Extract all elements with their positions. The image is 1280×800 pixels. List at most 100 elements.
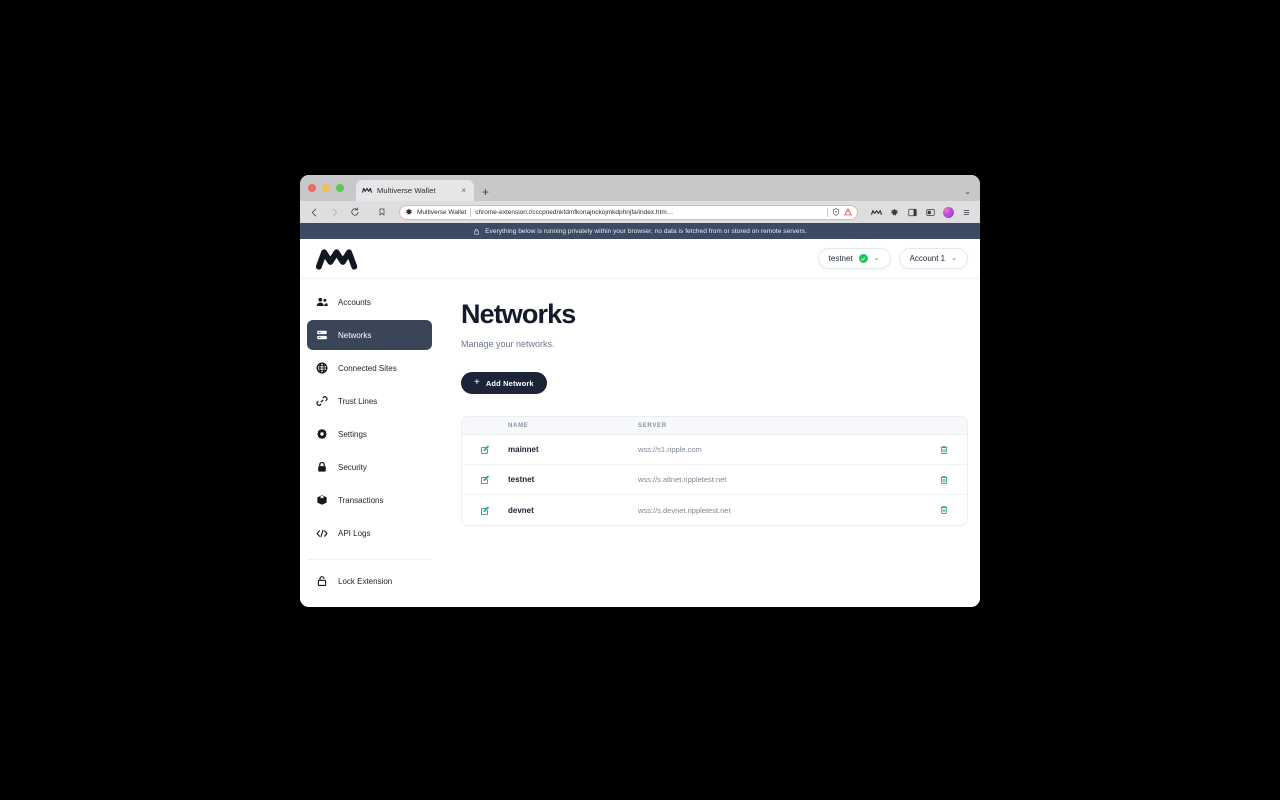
edit-network-button[interactable] (462, 505, 508, 516)
chevron-down-icon: ⌄ (873, 255, 880, 262)
close-icon[interactable]: × (459, 186, 468, 195)
split-view-icon[interactable] (925, 207, 936, 218)
sidebar-item-label: Security (338, 462, 367, 472)
sidebar-item-api-logs[interactable]: API Logs (307, 518, 432, 548)
table-header-name: NAME (508, 422, 529, 429)
network-name: devnet (508, 505, 534, 515)
delete-network-button[interactable] (921, 444, 967, 455)
browser-window: Multiverse Wallet × + ⌄ Multiverse Walle… (300, 175, 980, 607)
new-tab-button[interactable]: + (482, 186, 489, 198)
shield-icon[interactable] (832, 203, 840, 221)
warning-triangle-icon[interactable] (844, 203, 852, 221)
chrome-menu-icon[interactable] (961, 207, 972, 218)
url-text: chrome-extension://cccpnednkfdmfkonajnck… (475, 208, 674, 216)
table-row: devnet wss://s.devnet.rippletest.net (462, 495, 967, 525)
omnibox-divider-2 (827, 207, 828, 217)
network-selector[interactable]: testnet ⌄ (817, 248, 891, 269)
add-network-button[interactable]: + Add Network (461, 372, 547, 394)
network-server: wss://s1.ripple.com (638, 445, 702, 454)
trash-icon (939, 444, 950, 455)
sidebar-item-connected-sites[interactable]: Connected Sites (307, 353, 432, 383)
users-icon (316, 296, 328, 308)
account-selector[interactable]: Account 1 ⌄ (898, 248, 968, 269)
close-window-button[interactable] (308, 184, 316, 192)
edit-network-button[interactable] (462, 444, 508, 455)
network-server: wss://s.devnet.rippletest.net (638, 505, 731, 515)
edit-pencil-icon (480, 474, 491, 485)
privacy-banner-text: Everything below is running privately wi… (485, 227, 807, 235)
sidebar-item-label: API Logs (338, 528, 371, 538)
sidebar-item-label: Trust Lines (338, 396, 378, 406)
delete-network-button[interactable] (921, 505, 967, 516)
table-header-server: SERVER (638, 422, 667, 429)
main-content: Networks Manage your networks. + Add Net… (439, 279, 980, 607)
privacy-banner: Everything below is running privately wi… (300, 223, 980, 239)
sidebar-item-security[interactable]: Security (307, 452, 432, 482)
lock-open-icon (316, 575, 328, 587)
table-header-row: NAME SERVER (462, 417, 967, 435)
reload-icon[interactable] (348, 206, 361, 219)
sidebar-item-label: Accounts (338, 297, 371, 307)
sidebar-item-networks[interactable]: Networks (307, 320, 432, 350)
app-header: testnet ⌄ Account 1 ⌄ (300, 239, 980, 279)
browser-tab-title: Multiverse Wallet (377, 186, 436, 195)
link-icon (316, 395, 328, 407)
sidebar-item-label: Networks (338, 330, 372, 340)
sidebar-item-accounts[interactable]: Accounts (307, 287, 432, 317)
edit-network-button[interactable] (462, 474, 508, 485)
edit-pencil-icon (480, 505, 491, 516)
minimize-window-button[interactable] (322, 184, 330, 192)
window-controls (308, 175, 356, 201)
page-subtitle: Manage your networks. (461, 339, 555, 349)
bookmark-icon[interactable] (375, 206, 388, 219)
table-row: mainnet wss://s1.ripple.com (462, 435, 967, 465)
header-controls: testnet ⌄ Account 1 ⌄ (817, 248, 968, 269)
status-badge (858, 254, 868, 263)
sidebar-item-label: Transactions (338, 495, 384, 505)
multiverse-wallet-logo[interactable] (316, 248, 360, 270)
sidebar-item-trust-lines[interactable]: Trust Lines (307, 386, 432, 416)
globe-icon (316, 362, 328, 374)
box-icon (316, 494, 328, 506)
table-row: testnet wss://s.altnet.rippletest.net (462, 465, 967, 495)
gear-icon (316, 428, 328, 440)
browser-toolbar-icons (869, 206, 972, 218)
delete-network-button[interactable] (921, 474, 967, 485)
trash-icon (939, 505, 950, 516)
forward-icon (328, 206, 341, 219)
network-selector-label: testnet (828, 254, 853, 263)
sidebar-item-transactions[interactable]: Transactions (307, 485, 432, 515)
sidebar-item-label: Connected Sites (338, 363, 397, 373)
app-body: Accounts Networks Connected Sites Trust … (300, 279, 980, 607)
plus-icon: + (474, 377, 480, 388)
sidebar: Accounts Networks Connected Sites Trust … (300, 279, 439, 607)
browser-tab[interactable]: Multiverse Wallet × (356, 180, 474, 201)
chevron-down-icon: ⌄ (951, 255, 957, 262)
lock-closed-icon (316, 461, 328, 473)
profile-avatar-icon[interactable] (943, 206, 954, 218)
servers-icon (316, 329, 328, 341)
browser-toolbar: Multiverse Wallet chrome-extension://ccc… (300, 201, 980, 223)
wallet-app: testnet ⌄ Account 1 ⌄ Accounts Networks … (300, 239, 980, 607)
sidebar-item-lock-extension[interactable]: Lock Extension (307, 566, 432, 596)
extension-name-label: Multiverse Wallet (417, 208, 467, 216)
puzzle-extensions-icon[interactable] (889, 207, 900, 218)
multiverse-extension-icon[interactable] (871, 207, 882, 218)
side-panel-icon[interactable] (907, 207, 918, 218)
sidebar-item-settings[interactable]: Settings (307, 419, 432, 449)
add-network-label: Add Network (485, 378, 534, 388)
chevron-down-icon[interactable]: ⌄ (964, 187, 971, 196)
code-icon (316, 527, 328, 539)
maximize-window-button[interactable] (336, 184, 344, 192)
multiverse-logo-icon (362, 186, 372, 196)
omnibox-divider (470, 207, 472, 217)
networks-table: NAME SERVER mainnet wss://s1.ripple.com (461, 416, 968, 526)
address-bar[interactable]: Multiverse Wallet chrome-extension://ccc… (399, 203, 858, 221)
page-title: Networks (461, 299, 576, 329)
back-icon[interactable] (308, 206, 321, 219)
sidebar-bottom-section: Lock Extension (307, 559, 432, 599)
network-name: mainnet (508, 445, 539, 454)
extension-puzzle-icon (405, 208, 413, 216)
sidebar-item-label: Settings (338, 429, 367, 439)
